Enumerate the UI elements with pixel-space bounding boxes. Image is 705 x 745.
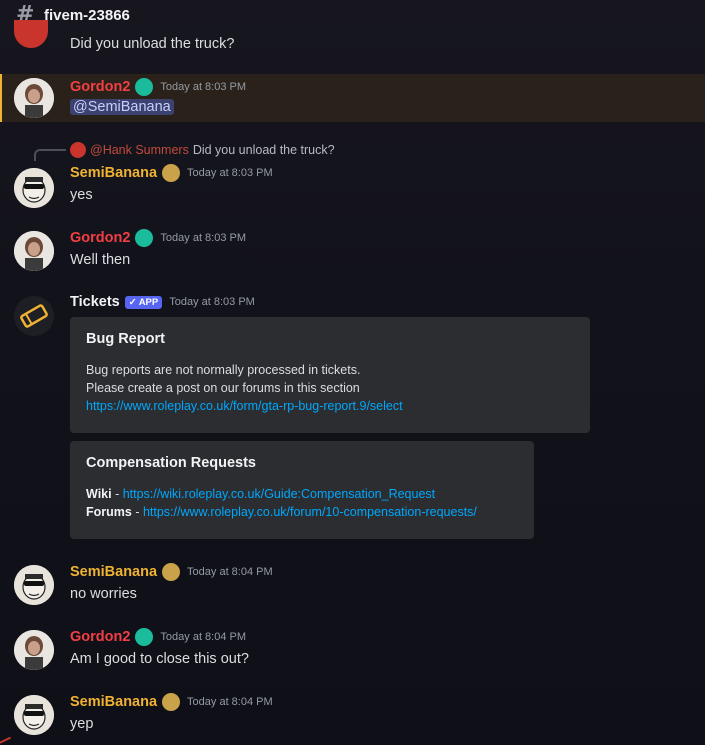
username[interactable]: SemiBanana — [70, 165, 157, 181]
role-icon — [135, 628, 154, 646]
role-icon — [162, 693, 181, 711]
timestamp: Today at 8:03 PM — [187, 167, 273, 179]
embed-text: Please create a post on our forums in th… — [86, 381, 360, 395]
embed-bug-report: Bug Report Bug reports are not normally … — [70, 317, 590, 433]
user-mention[interactable]: @SemiBanana — [70, 99, 174, 115]
app-tag-label: APP — [138, 296, 159, 308]
username[interactable]: Gordon2 — [70, 79, 130, 95]
role-icon — [162, 164, 181, 182]
reply-avatar — [70, 142, 86, 158]
role-icon — [135, 229, 154, 247]
embed-label: Wiki — [86, 487, 112, 501]
ticket-icon[interactable] — [14, 296, 54, 336]
reply-text: Did you unload the truck? — [192, 143, 335, 157]
avatar[interactable] — [14, 630, 54, 670]
embed-link[interactable]: https://www.roleplay.co.uk/forum/10-comp… — [143, 505, 477, 519]
timestamp: Today at 8:03 PM — [169, 296, 255, 308]
message-text: yep — [70, 716, 94, 732]
timestamp: Today at 8:03 PM — [160, 232, 247, 244]
username[interactable]: Tickets — [70, 294, 120, 310]
separator: - — [131, 505, 143, 519]
avatar[interactable] — [14, 231, 54, 271]
role-icon — [162, 563, 181, 581]
timestamp: Today at 8:04 PM — [187, 696, 273, 708]
timestamp: Today at 8:04 PM — [160, 631, 247, 643]
embed-text: Bug reports are not normally processed i… — [86, 363, 361, 377]
chat-view: # fivem-23866 Did you unload the truck? … — [0, 0, 705, 745]
timestamp: Today at 8:04 PM — [187, 566, 273, 578]
embed-label: Forums — [86, 505, 132, 519]
reply-username[interactable]: @Hank Summers — [90, 143, 189, 157]
message-text: Well then — [70, 252, 131, 268]
message-text: no worries — [70, 586, 137, 602]
username[interactable]: SemiBanana — [70, 564, 157, 580]
app-tag: ✓ APP — [124, 295, 163, 309]
embed-title: Compensation Requests — [86, 455, 256, 471]
checkmark-icon: ✓ — [128, 296, 137, 308]
username[interactable]: Gordon2 — [70, 230, 130, 246]
avatar[interactable] — [14, 20, 48, 48]
channel-name: fivem-23866 — [44, 6, 130, 24]
message-text: Am I good to close this out? — [70, 651, 249, 667]
username[interactable]: SemiBanana — [70, 694, 157, 710]
embed-link[interactable]: https://www.roleplay.co.uk/form/gta-rp-b… — [86, 397, 574, 415]
channel-header: # fivem-23866 — [0, 0, 705, 30]
embed-link[interactable]: https://wiki.roleplay.co.uk/Guide:Compen… — [123, 487, 435, 501]
message-text: yes — [70, 187, 93, 203]
avatar[interactable] — [14, 565, 54, 605]
embed-compensation: Compensation Requests Wiki - https://wik… — [70, 441, 534, 539]
message-text: Did you unload the truck? — [70, 36, 235, 52]
timestamp: Today at 8:03 PM — [160, 81, 247, 93]
avatar[interactable] — [14, 168, 54, 208]
embed-row-forums: Forums - https://www.roleplay.co.uk/foru… — [86, 503, 518, 521]
reply-reference[interactable]: @Hank Summers Did you unload the truck? — [70, 142, 335, 158]
avatar[interactable] — [14, 695, 54, 735]
username[interactable]: Gordon2 — [70, 629, 130, 645]
role-icon — [135, 78, 154, 96]
embed-row-wiki: Wiki - https://wiki.roleplay.co.uk/Guide… — [86, 485, 518, 503]
avatar[interactable] — [14, 78, 54, 118]
reply-connector — [34, 149, 66, 161]
mention-highlight-bar — [0, 74, 2, 122]
decoration — [0, 736, 13, 745]
separator: - — [111, 487, 123, 501]
embed-title: Bug Report — [86, 331, 165, 347]
